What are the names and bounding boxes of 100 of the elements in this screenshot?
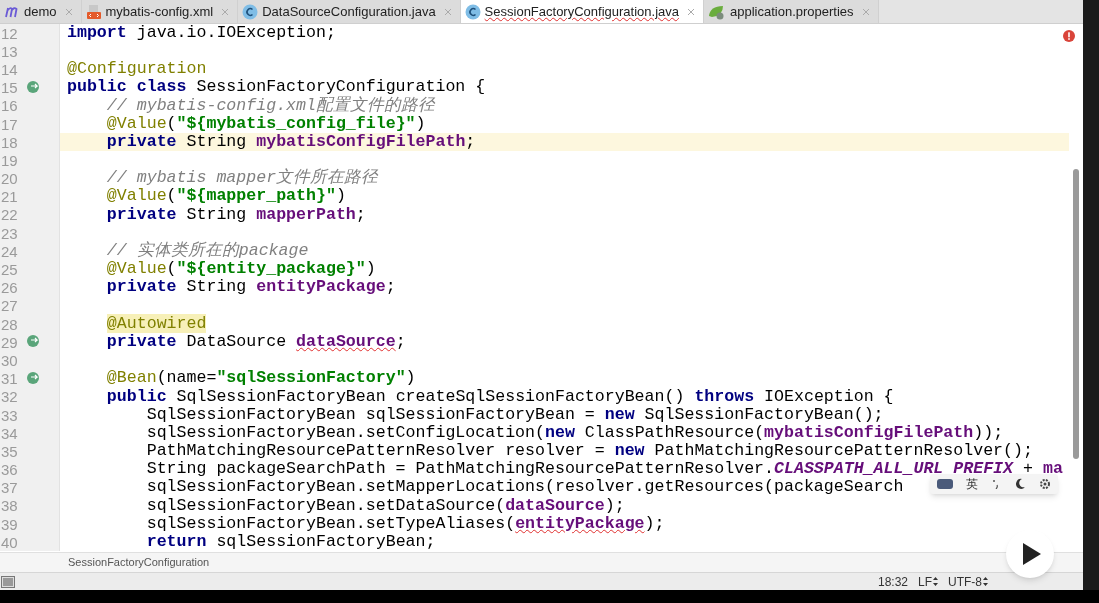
line-number: 19 <box>0 152 18 168</box>
code-text: String <box>186 204 248 224</box>
line-number: 35 <box>0 443 18 459</box>
code-text: ; <box>355 204 366 224</box>
string-literal: "${mapper_path}" <box>176 186 336 206</box>
encoding-selector[interactable]: UTF-8 <box>948 572 988 591</box>
punctuation-icon[interactable] <box>992 479 1000 489</box>
string-literal: "${mybatis_config_file}" <box>176 113 416 133</box>
keyword-token: private <box>106 131 178 151</box>
code-text: SessionFactoryConfiguration { <box>196 77 486 97</box>
editor-tab[interactable]: demo <box>0 0 82 23</box>
code-text: PathMatchingResourcePatternResolver resolver = <box>146 441 606 461</box>
line-number: 12 <box>0 25 18 41</box>
field-token: entityPackage <box>256 277 386 297</box>
line-number: 14 <box>0 61 18 77</box>
line-number: 40 <box>0 534 18 550</box>
keyword-token: public <box>106 386 168 406</box>
code-text: sqlSessionFactoryBean.setMapperLocations(resolver.getResources(packageSearch <box>146 477 904 497</box>
code-text: (name= <box>156 368 217 388</box>
code-text: ( <box>166 259 177 279</box>
code-text: )); <box>973 422 1004 442</box>
annotation-token: @Bean <box>106 368 157 388</box>
code-comment: // 实体类所在的package <box>106 241 309 261</box>
code-text: String <box>186 131 248 151</box>
keyword-token: import <box>67 24 128 42</box>
code-text: ( <box>166 113 177 133</box>
line-number: 34 <box>0 425 18 441</box>
string-literal: "sqlSessionFactory" <box>216 368 406 388</box>
class-icon <box>464 3 481 20</box>
line-number: 25 <box>0 262 18 278</box>
play-icon <box>1023 543 1041 565</box>
xml-file-icon <box>85 3 102 20</box>
keyword-token: throws <box>694 386 756 406</box>
field-token: mybatisConfigFilePath <box>256 131 466 151</box>
field-token: dataSource <box>296 332 396 351</box>
settings-icon[interactable] <box>1039 478 1052 490</box>
line-number: 29 <box>0 334 18 350</box>
line-number: 16 <box>0 98 18 114</box>
annotation-token: @Value <box>106 259 167 279</box>
line-number: 23 <box>0 225 18 241</box>
keyword-token: private <box>106 332 178 351</box>
line-number: 20 <box>0 171 18 187</box>
code-text: PathMatchingResourcePatternResolver(); <box>654 441 1033 461</box>
string-literal: "${entity_package}" <box>176 259 366 279</box>
line-number: 15 <box>0 80 18 96</box>
line-number: 33 <box>0 407 18 423</box>
field-token: dataSource <box>505 495 605 515</box>
code-text: ); <box>644 513 665 533</box>
code-text: sqlSessionFactoryBean.setTypeAliases( <box>146 513 516 533</box>
editor-tab[interactable]: SessionFactoryConfiguration.java <box>460 0 704 23</box>
leaf-icon <box>708 3 726 20</box>
keyword-token: new <box>604 404 636 424</box>
panel-toggle-icon[interactable] <box>1 575 15 588</box>
breadcrumb-item[interactable]: SessionFactoryConfiguration <box>68 554 210 571</box>
code-text: ClassPathResource( <box>584 422 765 442</box>
updown-icon <box>933 577 938 586</box>
line-number: 36 <box>0 462 18 478</box>
code-text: sqlSessionFactoryBean.setConfigLocation( <box>146 422 545 442</box>
keyword-token: return <box>146 532 208 552</box>
keyword-token: private <box>106 204 178 224</box>
keyword-token: public class <box>67 77 188 97</box>
close-icon[interactable] <box>443 7 452 16</box>
module-icon <box>4 5 20 18</box>
code-text: SqlSessionFactoryBean createSqlSessionFactoryBean() <box>176 386 686 406</box>
code-text: ); <box>604 495 625 515</box>
field-token: mybatisConfigFilePath <box>764 422 974 442</box>
editor-tab[interactable]: mybatis-config.xml <box>81 0 239 23</box>
annotation-token: @Value <box>106 113 167 133</box>
paw-icon[interactable] <box>936 478 953 490</box>
code-text: java.io.IOException; <box>136 24 336 42</box>
code-text: sqlSessionFactoryBean; <box>216 532 436 552</box>
scrollbar-thumb[interactable] <box>1073 169 1079 459</box>
line-number: 21 <box>0 189 18 205</box>
line-number: 26 <box>0 280 18 296</box>
editor-tab[interactable]: application.properties <box>704 0 879 23</box>
code-text: sqlSessionFactoryBean.setDataSource( <box>146 495 506 515</box>
field-token: ma <box>1042 459 1063 479</box>
caret-position[interactable]: 18:32 <box>877 572 908 591</box>
editor-tab[interactable]: DataSourceConfiguration.java <box>238 0 461 23</box>
code-text: ) <box>405 368 416 388</box>
moon-icon[interactable] <box>1013 478 1026 490</box>
close-icon[interactable] <box>687 7 695 16</box>
line-number: 32 <box>0 389 18 405</box>
code-text: ) <box>415 113 426 133</box>
keyword-token: new <box>614 441 646 461</box>
line-number: 17 <box>0 116 18 132</box>
close-icon[interactable] <box>861 7 870 16</box>
code-text: SqlSessionFactoryBean(); <box>644 404 884 424</box>
line-number: 27 <box>0 298 18 314</box>
line-number: 38 <box>0 498 18 514</box>
close-icon[interactable] <box>64 7 73 16</box>
line-number: 31 <box>0 371 18 387</box>
code-text: ) <box>335 186 346 206</box>
line-number: 22 <box>0 207 18 223</box>
code-text: ; <box>395 332 406 351</box>
annotation-token: @Value <box>106 186 167 206</box>
close-icon[interactable] <box>221 7 230 16</box>
line-separator-selector[interactable]: LF <box>918 572 938 591</box>
code-text: IOException { <box>764 386 894 406</box>
annotation-token: @Configuration <box>67 59 207 79</box>
